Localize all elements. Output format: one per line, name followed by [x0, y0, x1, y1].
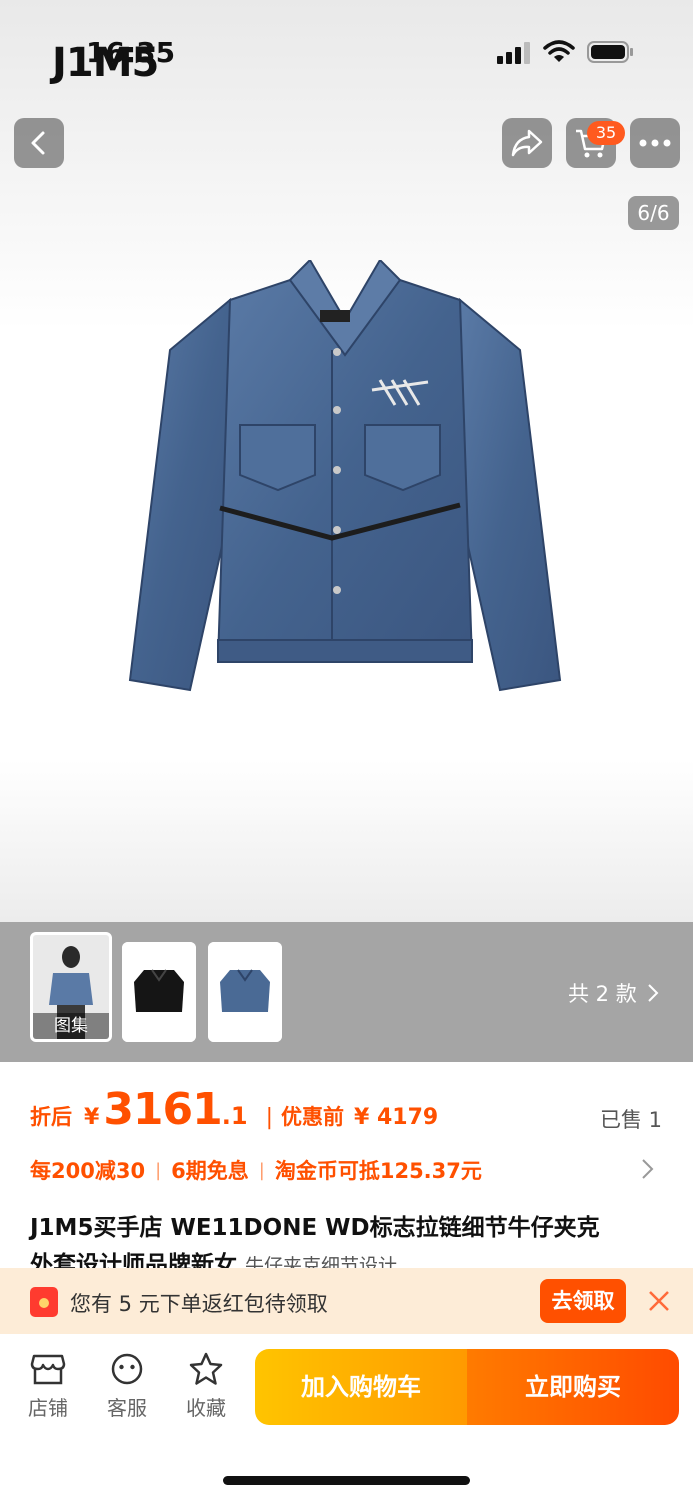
denim-jacket-thumb-image	[208, 942, 282, 1042]
store-label: 店铺	[28, 1396, 68, 1420]
store-button[interactable]: 店铺	[18, 1352, 78, 1421]
signal-icon	[497, 42, 530, 64]
chat-face-icon	[111, 1353, 143, 1385]
thumbnail-denim-jacket[interactable]	[208, 942, 282, 1042]
promo-separator: |	[258, 1159, 265, 1181]
thumbnail-label: 图集	[33, 1013, 109, 1039]
home-indicator[interactable]	[223, 1476, 470, 1485]
price-decimal: .1	[221, 1102, 248, 1130]
cart-count-badge: 35	[587, 121, 625, 145]
service-label: 客服	[107, 1396, 147, 1420]
claim-coupon-button[interactable]: 去领取	[540, 1279, 626, 1323]
product-title: J1M5买手店 WE11DONE WD标志拉链细节牛仔夹克	[30, 1215, 600, 1241]
price-integer: 3161	[103, 1084, 222, 1135]
image-page-indicator: 6/6	[628, 196, 679, 230]
black-jacket-image	[122, 942, 196, 1042]
coupon-banner: 您有 5 元下单返红包待领取 去领取	[0, 1268, 693, 1334]
sold-count: 已售 1	[600, 1108, 663, 1132]
promotions-row[interactable]: 每200减30 | 6期免息 | 淘金币可抵125.37元	[30, 1155, 482, 1185]
promo-separator: |	[155, 1159, 162, 1181]
price-separator: |	[265, 1105, 274, 1130]
back-button[interactable]	[14, 118, 64, 168]
variants-link[interactable]: 共 2 款	[568, 978, 659, 1008]
thumbnail-black-jacket[interactable]	[122, 942, 196, 1042]
red-envelope-icon	[30, 1287, 58, 1317]
share-button[interactable]	[502, 118, 552, 168]
original-price-label: 优惠前	[281, 1105, 345, 1129]
chevron-right-icon[interactable]	[640, 1158, 656, 1180]
chevron-right-icon	[648, 984, 659, 1002]
currency-symbol: ¥	[84, 1105, 100, 1130]
battery-icon	[587, 41, 633, 63]
customer-service-button[interactable]: 客服	[97, 1352, 157, 1421]
status-bar: J1M5 16:35	[0, 0, 693, 100]
status-time: 16:35	[86, 36, 176, 69]
favorite-button[interactable]: 收藏	[176, 1352, 236, 1421]
original-price: ¥ 4179	[354, 1105, 439, 1130]
favorite-label: 收藏	[186, 1396, 226, 1420]
more-dots-icon	[639, 139, 671, 147]
thumbnail-gallery[interactable]: 图集	[30, 932, 112, 1042]
star-icon	[189, 1352, 223, 1385]
share-icon	[511, 129, 543, 157]
wifi-icon	[543, 40, 575, 62]
promo-item: 6期免息	[171, 1159, 249, 1183]
close-icon[interactable]	[646, 1288, 672, 1314]
chevron-left-icon	[31, 131, 45, 155]
coupon-text: 您有 5 元下单返红包待领取	[70, 1292, 328, 1316]
discounted-label: 折后	[30, 1105, 72, 1129]
promo-item: 淘金币可抵125.37元	[274, 1159, 482, 1183]
product-title-continued: 外套设计师品牌新女 牛仔夹克细节设计	[30, 1250, 670, 1270]
promo-item: 每200减30	[30, 1159, 146, 1183]
more-button[interactable]	[630, 118, 680, 168]
store-icon	[30, 1354, 66, 1385]
variants-label: 共 2 款	[568, 982, 637, 1006]
denim-jacket-image	[128, 260, 562, 692]
buy-now-button[interactable]: 立即购买	[467, 1349, 679, 1425]
add-to-cart-button[interactable]: 加入购物车	[255, 1349, 467, 1425]
price-row: 折后 ¥ 3161 .1 | 优惠前 ¥ 4179	[30, 1084, 438, 1135]
